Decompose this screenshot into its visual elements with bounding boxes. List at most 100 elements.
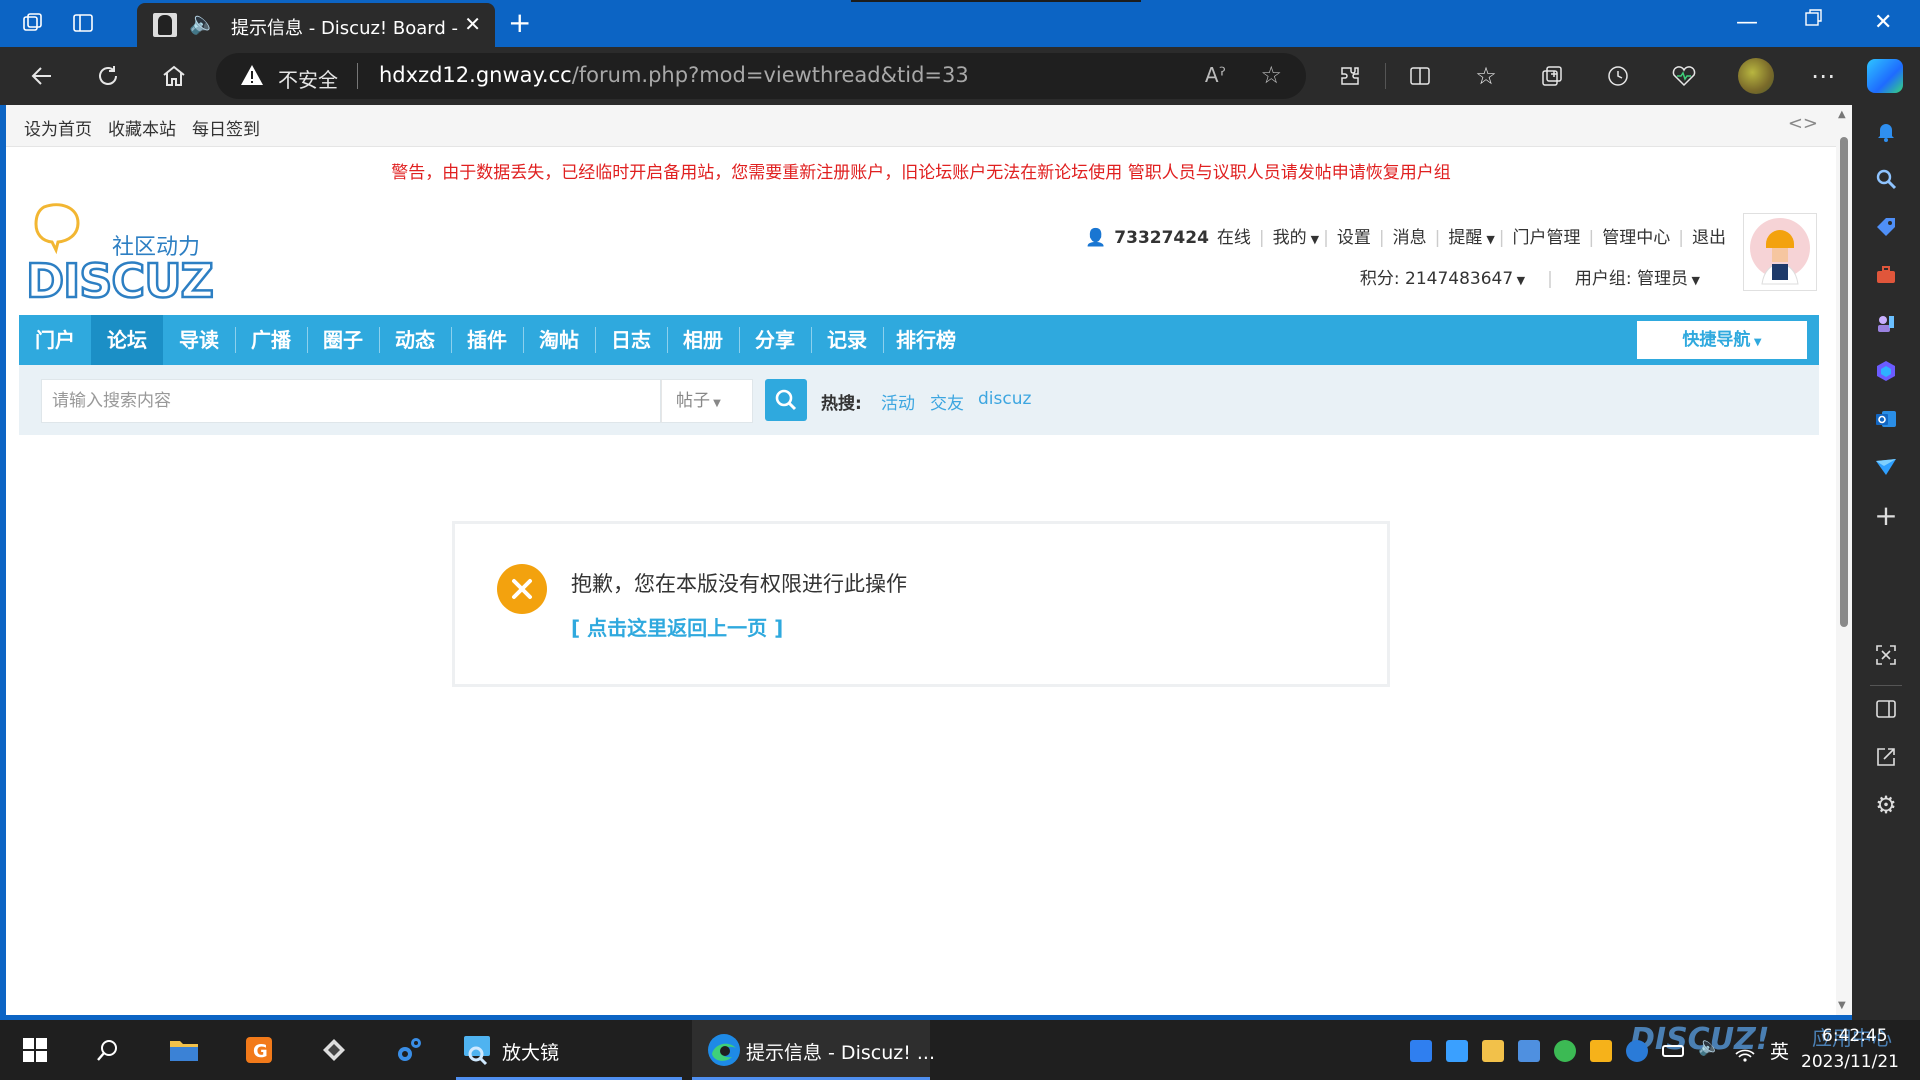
extensions-icon[interactable] — [1334, 60, 1366, 92]
clock-date[interactable]: 2023/11/21 — [1801, 1052, 1899, 1072]
microsoft365-icon[interactable] — [1872, 357, 1900, 385]
search-button[interactable] — [765, 379, 807, 421]
copilot-icon[interactable] — [1867, 59, 1903, 93]
input-language[interactable]: 英 — [1770, 1037, 1789, 1064]
read-aloud-icon[interactable]: Aˀ — [1205, 63, 1226, 87]
outlook-icon[interactable] — [1872, 405, 1900, 433]
file-explorer-icon[interactable] — [168, 1034, 200, 1066]
tray-shield-icon[interactable] — [1590, 1040, 1612, 1062]
nav-broadcast[interactable]: 广播 — [235, 315, 307, 365]
set-homepage-link[interactable]: 设为首页 — [24, 115, 92, 140]
bookmark-site-link[interactable]: 收藏本站 — [108, 115, 176, 140]
workspaces-icon[interactable] — [18, 8, 48, 38]
address-bar[interactable]: 不安全 hdxzd12.gnway.cc/forum.php?mod=viewt… — [216, 53, 1306, 99]
nav-ranking[interactable]: 排行榜 — [883, 315, 969, 365]
back-arrow-icon[interactable] — [26, 60, 58, 92]
url-text[interactable]: hdxzd12.gnway.cc/forum.php?mod=viewthrea… — [379, 63, 969, 87]
sidebar-settings-gear-icon[interactable]: ⚙ — [1872, 791, 1900, 819]
tray-bluetooth-icon[interactable] — [1626, 1040, 1648, 1062]
tray-app-icon[interactable] — [1410, 1040, 1432, 1062]
taskbar-magnifier-app[interactable]: 放大镜 — [456, 1020, 682, 1080]
portal-admin-link[interactable]: 门户管理 — [1513, 228, 1581, 248]
scroll-up-icon[interactable]: ▲ — [1838, 109, 1846, 120]
admin-center-link[interactable]: 管理中心 — [1602, 228, 1670, 248]
hide-sidebar-icon[interactable] — [1872, 695, 1900, 723]
restore-icon[interactable] — [1804, 8, 1824, 34]
more-options-icon[interactable]: ⋯ — [1807, 60, 1839, 92]
tab-close-icon[interactable]: ✕ — [464, 12, 481, 36]
tray-monitor-icon[interactable] — [1518, 1040, 1540, 1062]
clock-time[interactable]: 6:42:45 — [1822, 1026, 1888, 1046]
tools-briefcase-icon[interactable] — [1872, 261, 1900, 289]
settings-gears-icon[interactable] — [393, 1034, 425, 1066]
scrollbar-thumb[interactable] — [1840, 137, 1848, 627]
close-window-icon[interactable]: ✕ — [1874, 10, 1892, 35]
site-logo[interactable]: 社区动力 DISCUZ! — [24, 201, 235, 309]
nav-collections[interactable]: 淘帖 — [523, 315, 595, 365]
nav-forum[interactable]: 论坛 — [91, 315, 163, 365]
add-sidebar-app-icon[interactable]: + — [1872, 499, 1900, 532]
history-icon[interactable] — [1602, 60, 1634, 92]
user-avatar[interactable] — [1743, 213, 1817, 291]
tray-folder-icon[interactable] — [1482, 1040, 1504, 1062]
collections-icon[interactable] — [1536, 60, 1568, 92]
daily-checkin-link[interactable]: 每日签到 — [192, 115, 260, 140]
usergroup-menu[interactable]: 用户组: 管理员 — [1575, 269, 1688, 289]
clapper-app-icon[interactable] — [318, 1034, 350, 1066]
nav-guide[interactable]: 导读 — [163, 315, 235, 365]
active-tab[interactable]: 🔈 提示信息 - Discuz! Board - P ✕ — [137, 3, 495, 47]
refresh-icon[interactable] — [92, 60, 124, 92]
tab-audio-icon[interactable]: 🔈 — [189, 11, 216, 36]
quick-nav-button[interactable]: 快捷导航 ▼ — [1637, 321, 1807, 359]
nav-records[interactable]: 记录 — [811, 315, 883, 365]
nav-feed[interactable]: 动态 — [379, 315, 451, 365]
go-back-link[interactable]: [ 点击这里返回上一页 ] — [571, 612, 783, 641]
browser-essentials-icon[interactable] — [1668, 60, 1700, 92]
tab-actions-icon[interactable] — [68, 8, 98, 38]
games-icon[interactable] — [1872, 309, 1900, 337]
favorites-icon[interactable]: ☆ — [1470, 60, 1502, 92]
volume-icon[interactable]: 🔈 — [1698, 1036, 1720, 1058]
battery-icon[interactable] — [1662, 1045, 1684, 1057]
sublime-app-icon[interactable]: G — [243, 1034, 275, 1066]
tray-globe-icon[interactable] — [1554, 1040, 1576, 1062]
nav-groups[interactable]: 圈子 — [307, 315, 379, 365]
notifications-bell-icon[interactable] — [1872, 117, 1900, 145]
start-windows-icon[interactable] — [19, 1034, 51, 1066]
nav-share[interactable]: 分享 — [739, 315, 811, 365]
shopping-tag-icon[interactable] — [1872, 213, 1900, 241]
new-tab-button[interactable]: + — [508, 6, 531, 39]
reminders-menu[interactable]: 提醒 — [1448, 228, 1482, 248]
hot-link-discuz[interactable]: discuz — [978, 389, 1031, 409]
points-menu[interactable]: 积分: 2147483647 — [1360, 269, 1513, 289]
nav-portal[interactable]: 门户 — [19, 315, 91, 365]
hot-link-activity[interactable]: 活动 — [881, 389, 915, 414]
hot-link-friends[interactable]: 交友 — [930, 389, 964, 414]
favorite-star-icon[interactable]: ☆ — [1260, 61, 1282, 89]
settings-link[interactable]: 设置 — [1337, 228, 1371, 248]
nav-plugins[interactable]: 插件 — [451, 315, 523, 365]
search-type-select[interactable]: 帖子 ▼ — [661, 379, 753, 423]
taskbar-search-icon[interactable] — [92, 1034, 124, 1066]
expand-toggle-icon[interactable]: <> — [1788, 113, 1818, 134]
screenshot-icon[interactable] — [1872, 641, 1900, 669]
logout-link[interactable]: 退出 — [1692, 228, 1726, 248]
messages-link[interactable]: 消息 — [1393, 228, 1427, 248]
search-input[interactable]: 请输入搜索内容 — [41, 379, 661, 423]
search-sidebar-icon[interactable] — [1872, 165, 1900, 193]
home-icon[interactable] — [158, 60, 190, 92]
tray-app-icon[interactable] — [1446, 1040, 1468, 1062]
nav-album[interactable]: 相册 — [667, 315, 739, 365]
page-scrollbar[interactable]: ▲ ▼ — [1836, 105, 1852, 1015]
split-screen-icon[interactable] — [1404, 60, 1436, 92]
open-external-icon[interactable] — [1872, 743, 1900, 771]
warning-triangle-icon[interactable] — [240, 64, 264, 90]
nav-blog[interactable]: 日志 — [595, 315, 667, 365]
scroll-down-icon[interactable]: ▼ — [1838, 1000, 1846, 1011]
drop-send-icon[interactable] — [1872, 453, 1900, 481]
minimize-icon[interactable]: — — [1736, 10, 1758, 35]
wifi-icon[interactable] — [1734, 1040, 1756, 1062]
user-id[interactable]: 73327424 — [1114, 228, 1209, 248]
security-status[interactable]: 不安全 — [278, 64, 338, 93]
my-menu[interactable]: 我的 — [1273, 228, 1307, 248]
